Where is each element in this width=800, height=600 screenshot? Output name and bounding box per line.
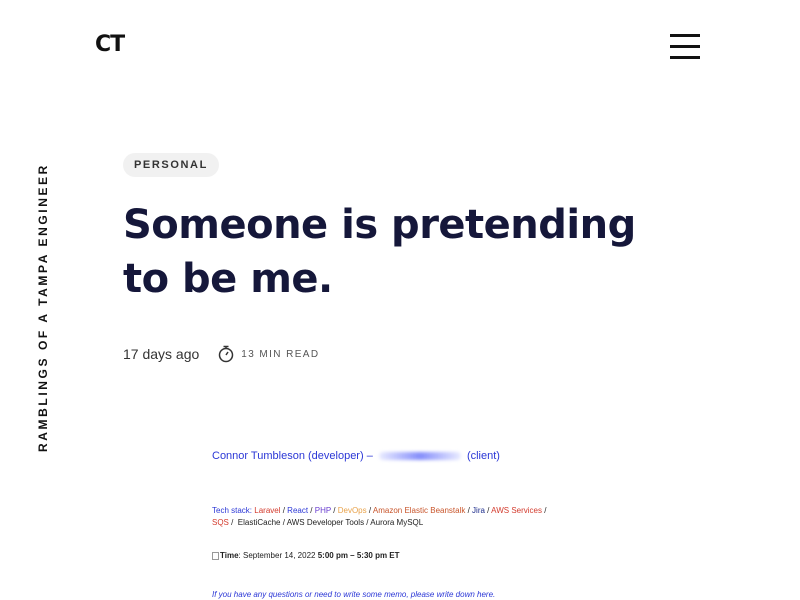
memo-note: If you have any questions or need to wri…	[212, 590, 496, 599]
menu-bar	[670, 45, 700, 48]
tech-beanstalk: Amazon Elastic Beanstalk	[372, 506, 466, 515]
tech-devops: DevOps	[337, 506, 367, 515]
tech-rest: ElastiCache / AWS Developer Tools / Auro…	[237, 518, 424, 527]
heading-client: (client)	[466, 450, 500, 462]
category-tag[interactable]: PERSONAL	[123, 153, 219, 177]
tech-laravel: Laravel	[254, 506, 281, 515]
page: CT RAMBLINGS OF A TAMPA ENGINEER PERSONA…	[0, 0, 800, 600]
article-meta: 17 days ago 13 MIN READ	[123, 344, 320, 364]
read-time: 13 MIN READ	[241, 348, 320, 360]
tech-sqs: SQS	[212, 518, 229, 527]
tech-jira: Jira	[472, 506, 485, 515]
stopwatch-icon	[219, 345, 234, 363]
heading-developer: Connor Tumbleson (developer) –	[212, 450, 373, 462]
menu-bar	[670, 34, 700, 37]
menu-bar	[670, 56, 700, 59]
article-title: Someone is pretending to be me.	[123, 202, 636, 302]
time-range: 5:00 pm – 5:30 pm ET	[317, 551, 400, 560]
meeting-time: Time: September 14, 2022 5:00 pm – 5:30 …	[212, 551, 400, 560]
tech-stack: Tech stack: Laravel / React / PHP / DevO…	[212, 506, 547, 527]
time-date: : September 14, 2022	[238, 551, 316, 560]
clock-icon	[212, 551, 219, 560]
hamburger-menu-icon[interactable]	[670, 34, 700, 60]
time-label: Time	[220, 551, 239, 560]
tech-react: React	[287, 506, 309, 515]
tech-label: Tech stack:	[212, 506, 253, 515]
tech-aws: AWS Services	[491, 506, 542, 515]
site-tagline: RAMBLINGS OF A TAMPA ENGINEER	[36, 163, 50, 452]
redacted-client-name	[378, 452, 461, 461]
image-heading: Connor Tumbleson (developer) – (client)	[212, 450, 500, 462]
site-logo[interactable]: CT	[95, 32, 125, 57]
tech-php: PHP	[314, 506, 332, 515]
publish-date: 17 days ago	[123, 346, 200, 362]
